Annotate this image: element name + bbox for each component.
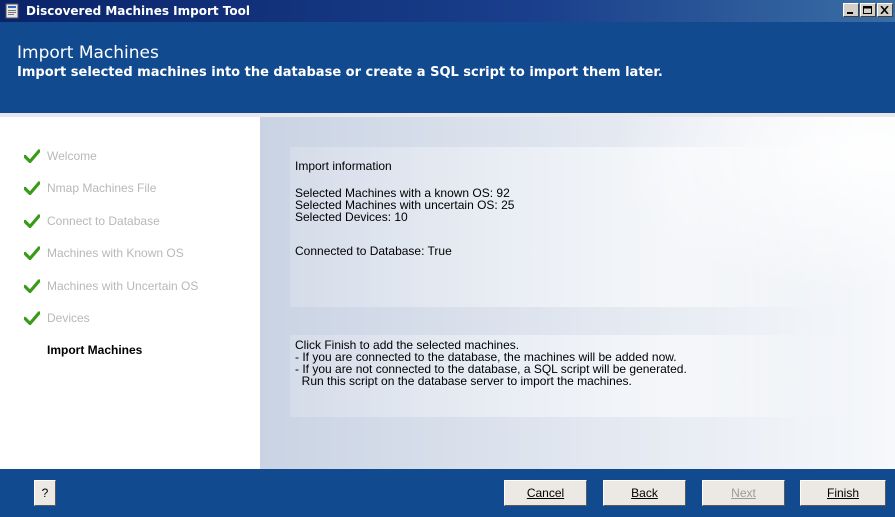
wizard-body: Welcome Nmap Machines File Connect to Da… — [0, 113, 895, 469]
wizard-footer: ? Cancel Back Next Finish — [0, 469, 895, 517]
maximize-icon — [863, 6, 872, 14]
next-button[interactable]: Next — [702, 480, 785, 506]
help-button[interactable]: ? — [34, 480, 56, 506]
finish-button[interactable]: Finish — [800, 480, 886, 506]
check-icon — [24, 214, 40, 228]
cancel-label: Cancel — [526, 486, 565, 500]
close-icon — [880, 6, 889, 14]
step-label: Nmap Machines File — [47, 181, 157, 195]
connection-status: Connected to Database: True — [295, 244, 452, 258]
check-icon — [24, 149, 40, 163]
step-machines-uncertain-os: Machines with Uncertain OS — [24, 277, 198, 295]
step-label: Connect to Database — [47, 214, 160, 228]
step-label: Machines with Known OS — [47, 246, 184, 260]
wizard-header: Import Machines Import selected machines… — [0, 22, 895, 113]
check-icon — [24, 246, 40, 260]
step-connect-to-database: Connect to Database — [24, 212, 160, 230]
check-icon — [24, 279, 40, 293]
minimize-button[interactable] — [843, 3, 859, 17]
back-button[interactable]: Back — [603, 480, 686, 506]
step-machines-known-os: Machines with Known OS — [24, 244, 184, 262]
step-nmap-machines-file: Nmap Machines File — [24, 179, 156, 197]
step-label: Import Machines — [47, 343, 143, 357]
back-label: Back — [631, 486, 658, 500]
content-panel: Import information Selected Machines wit… — [260, 117, 895, 469]
page-title: Import Machines — [17, 43, 159, 63]
instruction-line: Run this script on the database server t… — [295, 374, 632, 388]
steps-sidebar: Welcome Nmap Machines File Connect to Da… — [12, 117, 260, 469]
import-tool-window: Discovered Machines Import Tool Import M… — [0, 0, 895, 517]
step-welcome: Welcome — [24, 147, 97, 165]
check-icon — [24, 181, 40, 195]
devices-count: Selected Devices: 10 — [295, 210, 408, 224]
finish-label: Finish — [826, 486, 859, 500]
cancel-button[interactable]: Cancel — [504, 480, 587, 506]
step-import-machines: Import Machines — [47, 341, 142, 359]
step-label: Welcome — [47, 149, 97, 163]
minimize-icon — [847, 12, 853, 14]
app-icon[interactable] — [4, 3, 20, 19]
next-label: Next — [731, 486, 756, 500]
step-label: Machines with Uncertain OS — [47, 279, 199, 293]
check-icon — [24, 311, 40, 325]
maximize-button[interactable] — [860, 3, 876, 17]
step-devices: Devices — [24, 309, 90, 327]
step-label: Devices — [47, 311, 90, 325]
info-heading: Import information — [295, 159, 392, 173]
title-bar[interactable]: Discovered Machines Import Tool — [0, 0, 895, 22]
page-subtitle: Import selected machines into the databa… — [17, 65, 663, 80]
help-label: ? — [41, 486, 49, 500]
window-title: Discovered Machines Import Tool — [26, 4, 250, 18]
close-button[interactable] — [877, 3, 893, 17]
window-controls — [843, 3, 893, 19]
